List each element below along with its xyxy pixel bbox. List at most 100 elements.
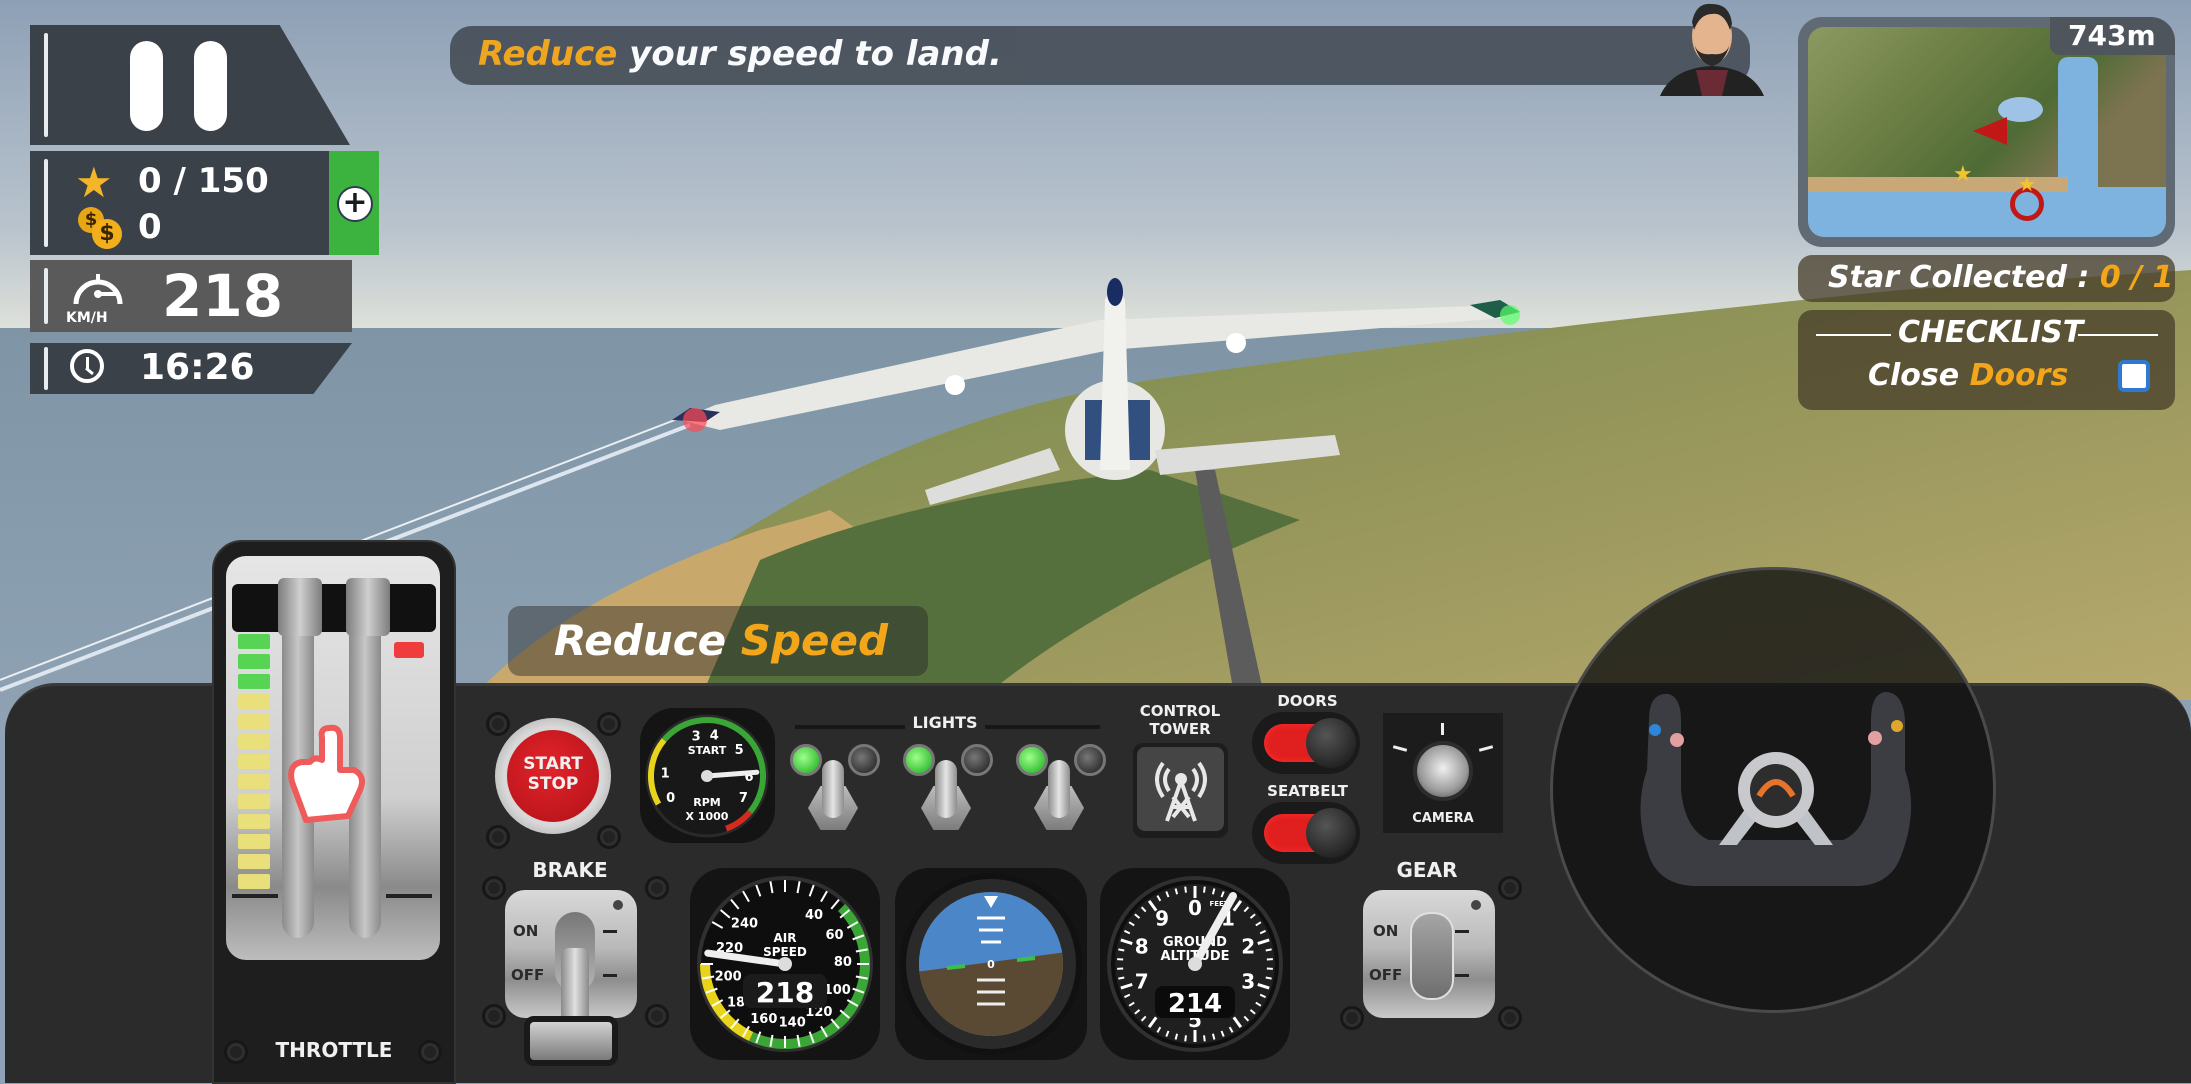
needle-hub: [778, 957, 792, 971]
aircraft-symbol: [947, 966, 965, 968]
speed-value: 218: [162, 262, 283, 330]
throttle-led-yellow: [238, 834, 270, 849]
altitude-label: GROUND: [1163, 935, 1227, 950]
tick: [1266, 977, 1272, 978]
start-label: START: [495, 754, 611, 774]
screw: [486, 712, 510, 736]
gear-off-label: OFF: [1369, 966, 1402, 984]
divider: [1816, 334, 1891, 336]
brake-label: BRAKE: [505, 858, 635, 882]
camera-knob[interactable]: [1413, 741, 1473, 801]
rpm-tick-label: 7: [739, 791, 748, 806]
tick: [1118, 977, 1124, 978]
pause-button[interactable]: [130, 41, 265, 131]
needle-hub: [1188, 957, 1202, 971]
screw: [482, 1004, 506, 1028]
rpm-tick-label: 0: [666, 791, 675, 806]
airspeed-gauge: 406080100120140160180200220240AIRSPEED21…: [690, 868, 880, 1060]
throttle-led-yellow: [238, 874, 270, 889]
throttle-led-yellow: [238, 754, 270, 769]
control-tower-button[interactable]: [1133, 743, 1228, 838]
speed-panel: KM/H 218: [30, 260, 352, 332]
brake-lever-handle[interactable]: [530, 1022, 612, 1060]
screw: [597, 825, 621, 849]
light-led-off: [961, 744, 993, 776]
attitude-indicator: 0: [895, 868, 1087, 1060]
pilot-avatar: [1652, 0, 1772, 96]
rpm-tick-label: 4: [710, 729, 719, 744]
star-collected-label: Star Collected :: [1828, 260, 2100, 295]
checklist-item: Close Doors: [1868, 358, 2068, 393]
minimap[interactable]: ★ ★ 743m: [1798, 17, 2175, 247]
needle-hub: [701, 770, 713, 782]
attitude-center: 0: [987, 958, 995, 971]
altitude-tick-label: 0: [1188, 896, 1202, 920]
lights-divider-left: [795, 725, 905, 729]
tick: [1185, 887, 1186, 893]
throttle-led-green: [238, 634, 270, 649]
airspeed-readout: 218: [756, 976, 814, 1009]
rpm-tick-label: 5: [735, 743, 744, 758]
gear-label: GEAR: [1362, 858, 1492, 882]
toggle-lever: [822, 760, 844, 818]
flight-time: 16:26: [140, 347, 255, 388]
speedometer-icon: [68, 270, 128, 310]
light-led-on: [903, 744, 935, 776]
throttle-lever[interactable]: [232, 584, 436, 632]
airspeed-tick-label: 100: [824, 983, 851, 998]
plus-icon: +: [337, 186, 373, 222]
airspeed-tick-label: 60: [825, 928, 843, 943]
alert-text: Reduce Speed: [554, 616, 888, 665]
start-stop-button[interactable]: START STOP: [495, 718, 611, 834]
throttle-led-yellow: [238, 774, 270, 789]
screw: [418, 1040, 442, 1064]
screw: [1498, 1006, 1522, 1030]
add-currency-button[interactable]: +: [329, 151, 379, 255]
panel-accent: [44, 159, 48, 247]
alert-word1: Reduce: [554, 616, 741, 665]
throttle-led-yellow: [238, 854, 270, 869]
rpm-tick-label: 1: [661, 766, 670, 781]
screw: [1498, 876, 1522, 900]
panel-accent: [44, 268, 48, 324]
light-led-off: [848, 744, 880, 776]
yoke-joystick[interactable]: [1550, 567, 1996, 1013]
screw: [645, 876, 669, 900]
airspeed-tick-label: 240: [731, 916, 758, 931]
currency-panel: ★ 0 / 150 $ $ 0: [30, 151, 330, 255]
distance-value: 743m: [2068, 19, 2156, 52]
light-switch[interactable]: [1016, 740, 1116, 840]
stop-label: STOP: [495, 774, 611, 794]
star-collected-panel: Star Collected : 0 / 1: [1798, 255, 2175, 302]
altitude-tick-label: 3: [1241, 969, 1255, 993]
panel-accent: [44, 347, 48, 390]
tick: [1118, 949, 1124, 950]
airspeed-tick-label: 80: [834, 955, 852, 970]
tick: [1204, 1035, 1205, 1041]
control-tower-label-2: TOWER: [1130, 720, 1230, 738]
checklist-checkbox[interactable]: [2118, 360, 2150, 392]
throttle-led-yellow: [238, 714, 270, 729]
screw: [482, 876, 506, 900]
throttle-led-green: [238, 674, 270, 689]
airspeed-tick-label: 160: [750, 1012, 777, 1027]
seatbelt-toggle[interactable]: [1252, 802, 1360, 864]
doors-toggle[interactable]: [1252, 712, 1360, 774]
screw: [1340, 1006, 1364, 1030]
light-led-off: [1074, 744, 1106, 776]
control-yoke-icon: [1619, 680, 1933, 890]
pause-icon: [130, 41, 265, 131]
time-panel: 16:26: [30, 343, 352, 394]
gear-switch[interactable]: ON OFF: [1363, 890, 1495, 1018]
screw: [224, 1040, 248, 1064]
lights-divider-right: [985, 725, 1100, 729]
instruction-banner: Reduce your speed to land.: [450, 26, 1750, 85]
altitude-tick-label: 7: [1135, 969, 1149, 993]
gear-on-label: ON: [1373, 922, 1398, 940]
star-collected-value: 0 / 1: [2100, 260, 2174, 295]
divider: [2078, 334, 2158, 336]
brake-switch[interactable]: ON OFF: [505, 890, 637, 1018]
light-switch[interactable]: [790, 740, 890, 840]
airspeed-label: AIR: [774, 931, 797, 945]
light-switch[interactable]: [903, 740, 1003, 840]
